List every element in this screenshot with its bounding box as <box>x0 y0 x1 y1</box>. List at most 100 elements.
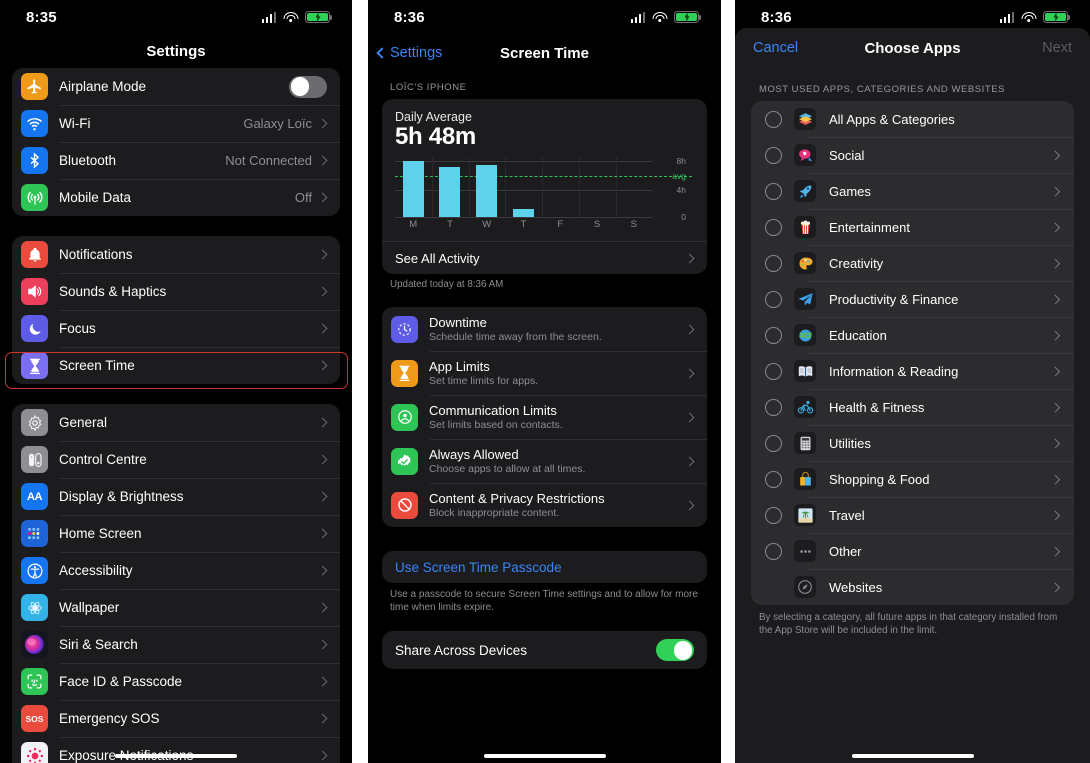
chevron-right-icon <box>1050 222 1060 232</box>
see-all-activity-row[interactable]: See All Activity <box>382 241 707 274</box>
radio-button[interactable] <box>765 398 782 416</box>
sidebar-item-notifications[interactable]: Notifications <box>12 236 340 273</box>
chevron-right-icon <box>317 118 328 129</box>
radio-button[interactable] <box>765 182 782 200</box>
back-button[interactable]: Settings <box>376 45 443 61</box>
radio-button[interactable] <box>765 254 782 272</box>
chart-plot-area <box>395 157 692 218</box>
x-tick: S <box>630 219 637 230</box>
list-item-information-reading[interactable]: Information & Reading <box>751 353 1074 389</box>
see-all-activity-label: See All Activity <box>395 250 480 266</box>
share-across-devices-row[interactable]: Share Across Devices <box>382 631 707 669</box>
cancel-button[interactable]: Cancel <box>753 40 798 56</box>
x-tick: F <box>557 219 564 230</box>
sidebar-item-general[interactable]: General <box>12 404 340 441</box>
feature-subtitle: Choose apps to allow at all times. <box>429 463 586 475</box>
feature-text: Always Allowed Choose apps to allow at a… <box>429 447 686 475</box>
list-item-games[interactable]: Games <box>751 173 1074 209</box>
x-tick: M <box>409 219 418 230</box>
chevron-right-icon <box>1050 258 1060 268</box>
back-label: Settings <box>390 45 443 61</box>
radio-button[interactable] <box>765 146 782 164</box>
sidebar-item-display-brightness[interactable]: AA Display & Brightness <box>12 478 340 515</box>
list-item-entertainment[interactable]: Entertainment <box>751 209 1074 245</box>
sidebar-item-emergency-sos[interactable]: SOS Emergency SOS <box>12 700 340 737</box>
screen-time-scroll-area[interactable]: LOÏC'S IPHONE Daily Average 5h 48m 8h av… <box>368 72 721 763</box>
sidebar-item-control-centre[interactable]: Control Centre <box>12 441 340 478</box>
feature-row-app-limits[interactable]: App Limits Set time limits for apps. <box>382 351 707 395</box>
radio-button[interactable] <box>765 506 782 524</box>
list-item-label: Health & Fitness <box>829 399 925 415</box>
list-item-education[interactable]: Education <box>751 317 1074 353</box>
education-globe-icon <box>794 324 816 346</box>
next-button[interactable]: Next <box>1042 40 1072 56</box>
radio-button[interactable] <box>765 218 782 236</box>
radio-button[interactable] <box>765 362 782 380</box>
row-label: Wallpaper <box>59 600 120 615</box>
sidebar-item-sounds-haptics[interactable]: Sounds & Haptics <box>12 273 340 310</box>
list-item-label: Productivity & Finance <box>829 291 959 307</box>
sidebar-item-bluetooth[interactable]: Bluetooth Not Connected <box>12 142 340 179</box>
list-item-label: Websites <box>829 579 883 595</box>
sidebar-item-face-id-passcode[interactable]: Face ID & Passcode <box>12 663 340 700</box>
phone-panel-settings: 8:35 Settings Airplane Mode Wi-Fi Galaxy… <box>0 0 352 763</box>
radio-button[interactable] <box>765 290 782 308</box>
list-item-social[interactable]: Social <box>751 137 1074 173</box>
list-item-utilities[interactable]: Utilities <box>751 425 1074 461</box>
list-item-other[interactable]: Other <box>751 533 1074 569</box>
phone-panel-screen-time: 8:36 Settings Screen Time LOÏC'S IPHONE … <box>368 0 721 763</box>
feature-row-communication-limits[interactable]: Communication Limits Set limits based on… <box>382 395 707 439</box>
sidebar-item-wallpaper[interactable]: Wallpaper <box>12 589 340 626</box>
sidebar-item-wifi[interactable]: Wi-Fi Galaxy Loïc <box>12 105 340 142</box>
status-icons <box>261 11 333 23</box>
sidebar-item-siri-search[interactable]: Siri & Search <box>12 626 340 663</box>
share-across-devices-card: Share Across Devices <box>382 631 707 670</box>
radio-button[interactable] <box>765 110 782 128</box>
feature-text: Downtime Schedule time away from the scr… <box>429 315 686 343</box>
y-tick-0: 0 <box>681 212 686 222</box>
status-icons <box>999 11 1071 23</box>
sidebar-item-focus[interactable]: Focus <box>12 310 340 347</box>
list-item-websites[interactable]: Websites <box>751 569 1074 605</box>
use-screen-time-passcode-button[interactable]: Use Screen Time Passcode <box>382 551 707 583</box>
navigation-bar: Settings <box>0 34 352 68</box>
share-across-devices-toggle[interactable] <box>656 639 694 662</box>
sidebar-item-mobile-data[interactable]: Mobile Data Off <box>12 179 340 216</box>
sidebar-item-screen-time[interactable]: Screen Time <box>12 347 340 384</box>
row-label: Home Screen <box>59 526 142 541</box>
chart-bar <box>476 165 498 217</box>
feature-row-content-privacy[interactable]: Content & Privacy Restrictions Block ina… <box>382 483 707 527</box>
sidebar-item-airplane-mode[interactable]: Airplane Mode <box>12 68 340 105</box>
list-item-health-fitness[interactable]: Health & Fitness <box>751 389 1074 425</box>
sidebar-item-home-screen[interactable]: Home Screen <box>12 515 340 552</box>
list-item-travel[interactable]: Travel <box>751 497 1074 533</box>
radio-button[interactable] <box>765 434 782 452</box>
list-item-all-apps-categories[interactable]: All Apps & Categories <box>751 101 1074 137</box>
settings-scroll-area[interactable]: Airplane Mode Wi-Fi Galaxy Loïc Bluetoot <box>0 68 352 763</box>
chart-bar <box>439 167 461 217</box>
row-label: Accessibility <box>59 563 133 578</box>
row-value: Galaxy Loïc <box>243 116 312 131</box>
chevron-right-icon <box>317 750 328 761</box>
airplane-mode-toggle[interactable] <box>289 75 327 98</box>
radio-button[interactable] <box>765 326 782 344</box>
status-time: 8:35 <box>26 8 57 26</box>
chevron-right-icon <box>317 155 328 166</box>
list-item-productivity-finance[interactable]: Productivity & Finance <box>751 281 1074 317</box>
sidebar-item-accessibility[interactable]: Accessibility <box>12 552 340 589</box>
feature-row-always-allowed[interactable]: Always Allowed Choose apps to allow at a… <box>382 439 707 483</box>
list-item-shopping-food[interactable]: Shopping & Food <box>751 461 1074 497</box>
row-value: Off <box>294 190 312 205</box>
sidebar-item-exposure-notifications[interactable]: Exposure Notifications <box>12 737 340 763</box>
status-bar: 8:35 <box>0 0 352 34</box>
list-item-creativity[interactable]: Creativity <box>751 245 1074 281</box>
home-indicator <box>115 753 237 758</box>
radio-button[interactable] <box>765 542 782 560</box>
row-label: Display & Brightness <box>59 489 184 504</box>
radio-placeholder <box>765 579 782 596</box>
home-screen-icon <box>21 520 48 547</box>
choose-apps-footer: By selecting a category, all future apps… <box>759 612 1058 636</box>
chevron-right-icon <box>317 713 328 724</box>
radio-button[interactable] <box>765 470 782 488</box>
feature-row-downtime[interactable]: Downtime Schedule time away from the scr… <box>382 307 707 351</box>
